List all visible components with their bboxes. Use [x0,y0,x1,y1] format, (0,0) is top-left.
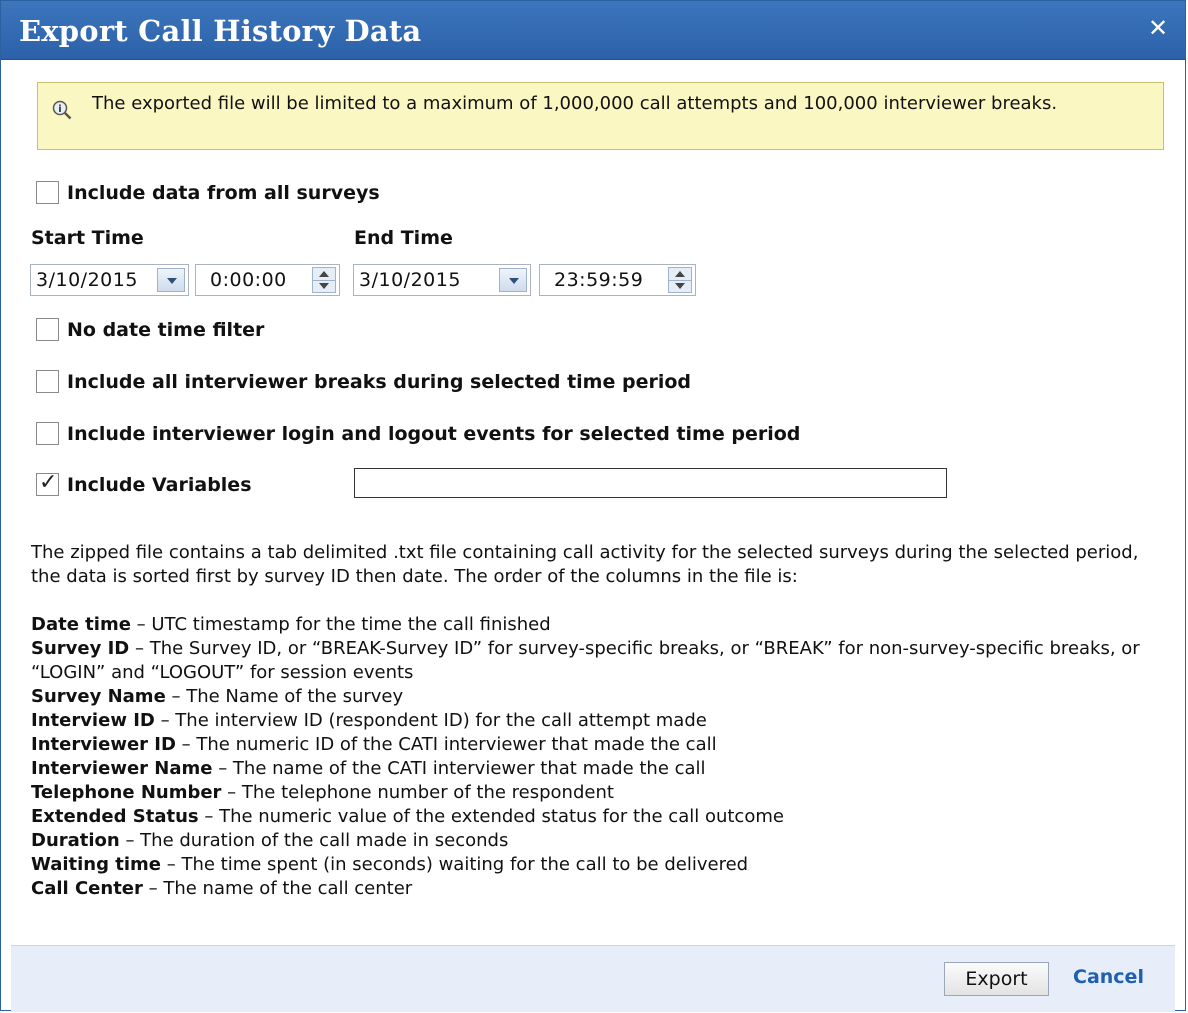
end-date-picker[interactable]: 3/10/2015 [353,264,531,296]
column-item: Extended Status – The numeric value of t… [31,805,1151,829]
column-item: Survey Name – The Name of the survey [31,685,1151,709]
end-time-label: End Time [354,227,453,249]
no-date-filter-label: No date time filter [67,318,265,341]
column-item: Date time – UTC timestamp for the time t… [31,613,1151,637]
end-time-spin-icon[interactable] [668,267,692,293]
column-item: Interviewer ID – The numeric ID of the C… [31,733,1151,757]
column-description: – The Name of the survey [165,686,404,707]
start-date-picker[interactable]: 3/10/2015 [30,264,189,296]
column-description: – The telephone number of the respondent [221,782,614,803]
no-date-filter-checkbox[interactable] [36,318,59,341]
start-time-label: Start Time [31,227,144,249]
column-description: – The name of the call center [142,878,413,899]
variables-input[interactable] [354,468,947,498]
column-item: Call Center – The name of the call cente… [31,877,1151,901]
dialog-footer: Export Cancel [11,945,1175,1012]
column-list: Date time – UTC timestamp for the time t… [31,613,1151,901]
column-description: – UTC timestamp for the time the call fi… [130,614,551,635]
export-description: The zipped file contains a tab delimited… [31,542,1139,587]
svg-text:i: i [58,104,61,115]
breaks-label: Include all interviewer breaks during se… [67,370,691,393]
end-time-value: 23:59:59 [554,269,644,291]
column-description: – The duration of the call made in secon… [119,830,509,851]
start-time-spin-icon[interactable] [312,267,336,293]
variables-option[interactable]: Include Variables [36,470,252,496]
export-button[interactable]: Export [944,962,1049,996]
column-description: – The interview ID (respondent ID) for t… [154,710,707,731]
dialog-title: Export Call History Data [19,14,422,48]
column-item: Duration – The duration of the call made… [31,829,1151,853]
login-events-checkbox[interactable] [36,422,59,445]
column-description: – The Survey ID, or “BREAK-Survey ID” fo… [31,638,1140,683]
login-events-option[interactable]: Include interviewer login and logout eve… [36,422,800,445]
column-item: Waiting time – The time spent (in second… [31,853,1151,877]
column-description: – The numeric value of the extended stat… [198,806,784,827]
start-date-value: 3/10/2015 [36,269,138,291]
export-dialog: Export Call History Data ✕ i The exporte… [0,0,1186,1012]
column-name: Survey Name [31,686,166,707]
column-item: Interview ID – The interview ID (respond… [31,709,1151,733]
start-time-spinner[interactable]: 0:00:00 [195,264,340,296]
all-surveys-label: Include data from all surveys [67,181,380,204]
column-name: Telephone Number [31,782,222,803]
info-magnifier-icon: i [52,100,72,120]
dialog-titlebar: Export Call History Data ✕ [1,1,1185,60]
column-name: Interviewer ID [31,734,176,755]
close-icon[interactable]: ✕ [1145,15,1171,41]
all-surveys-option[interactable]: Include data from all surveys [36,181,380,204]
end-time-spinner[interactable]: 23:59:59 [539,264,696,296]
column-item: Interviewer Name – The name of the CATI … [31,757,1151,781]
column-item: Telephone Number – The telephone number … [31,781,1151,805]
column-description: – The name of the CATI interviewer that … [212,758,706,779]
breaks-option[interactable]: Include all interviewer breaks during se… [36,370,691,393]
variables-label: Include Variables [67,473,252,496]
column-name: Date time [31,614,131,635]
column-name: Waiting time [31,854,162,875]
notice-text: The exported file will be limited to a m… [92,93,1058,114]
cancel-link[interactable]: Cancel [1073,966,1144,988]
column-item: Survey ID – The Survey ID, or “BREAK-Sur… [31,637,1151,685]
column-name: Extended Status [31,806,199,827]
column-description: – The numeric ID of the CATI interviewer… [175,734,717,755]
variables-checkbox[interactable] [36,470,59,496]
start-date-dropdown-icon[interactable] [157,268,185,292]
login-events-label: Include interviewer login and logout eve… [67,422,801,445]
column-description: – The time spent (in seconds) waiting fo… [161,854,749,875]
column-name: Interviewer Name [31,758,213,779]
breaks-checkbox[interactable] [36,370,59,393]
start-time-value: 0:00:00 [210,269,287,291]
end-date-dropdown-icon[interactable] [499,268,527,292]
column-name: Survey ID [31,638,130,659]
column-name: Interview ID [31,710,155,731]
limit-notice: i The exported file will be limited to a… [37,82,1164,150]
all-surveys-checkbox[interactable] [36,181,59,204]
end-date-value: 3/10/2015 [359,269,461,291]
column-name: Duration [31,830,120,851]
no-date-filter-option[interactable]: No date time filter [36,318,264,341]
column-name: Call Center [31,878,143,899]
